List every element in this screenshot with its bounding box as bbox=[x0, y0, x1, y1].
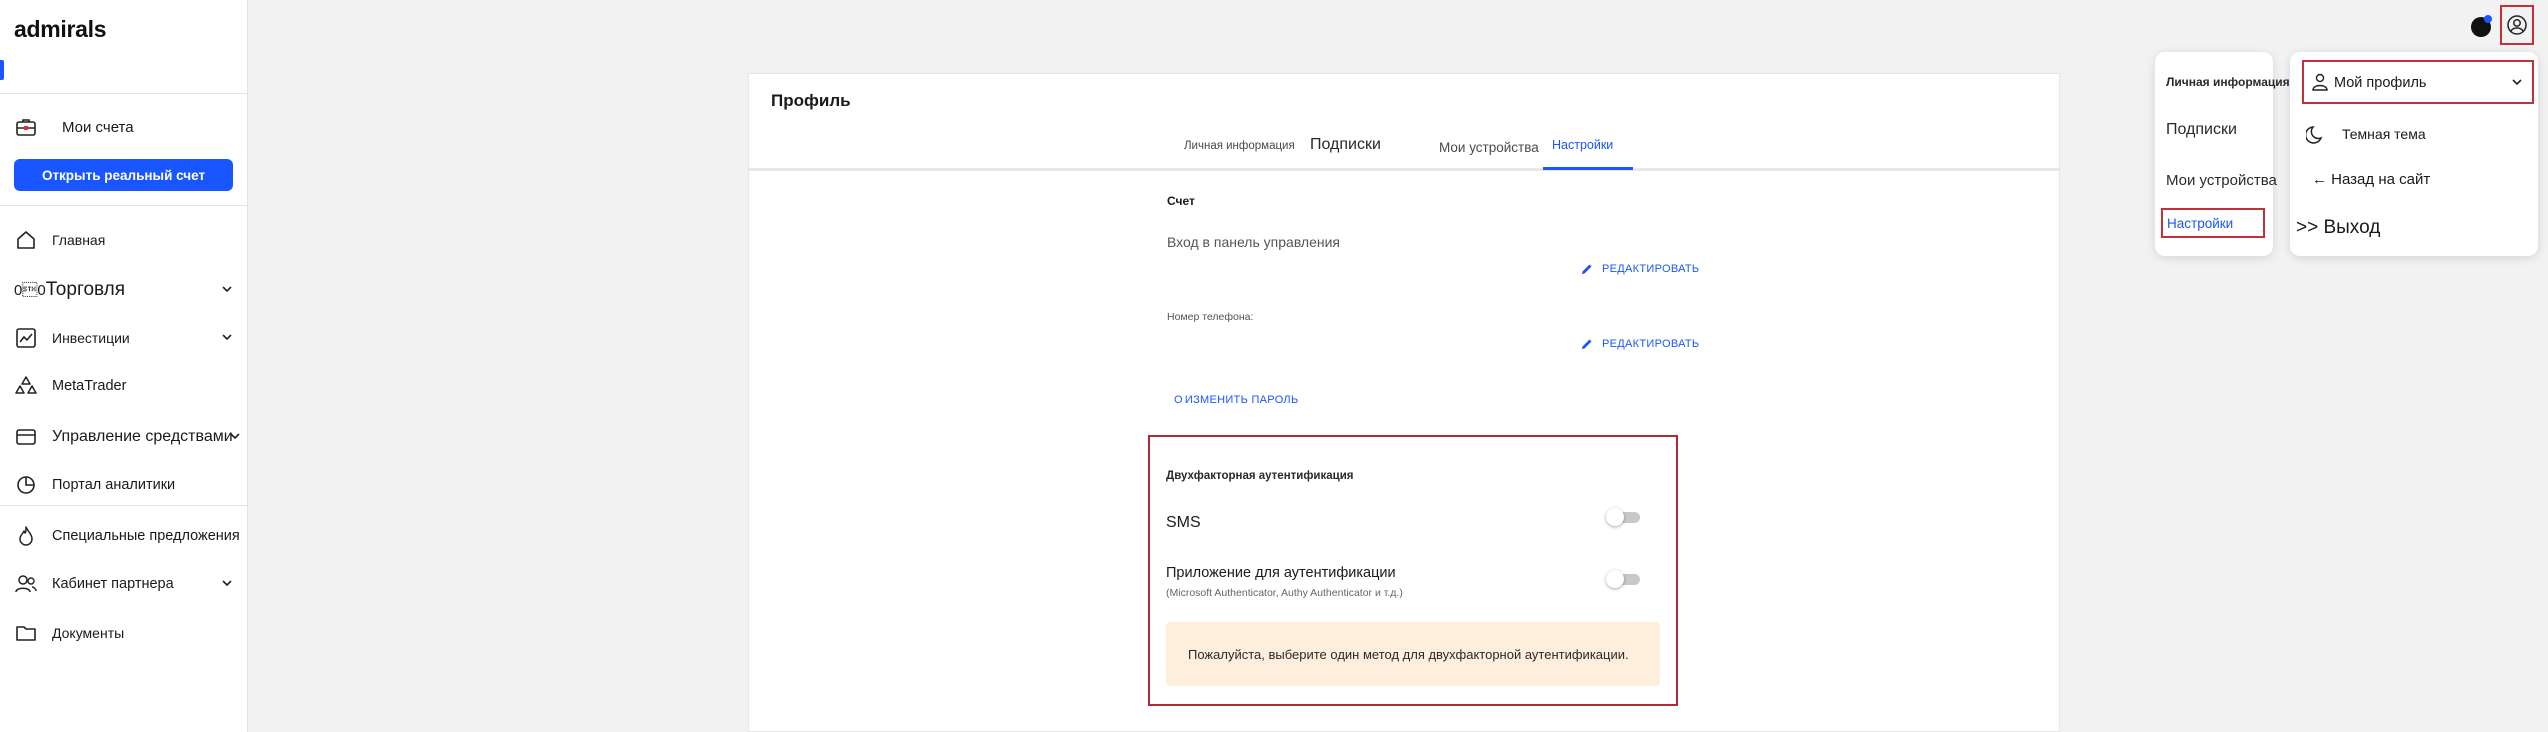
sidebar-item-special-offers[interactable]: Специальные предложения bbox=[14, 520, 240, 552]
folder-icon bbox=[14, 621, 38, 645]
active-tab-indicator bbox=[1543, 167, 1633, 170]
logout-link[interactable]: >> Выход bbox=[2296, 217, 2380, 239]
menu-item-settings-highlight[interactable]: Настройки bbox=[2161, 208, 2265, 238]
sidebar-item-analytics[interactable]: Портал аналитики bbox=[14, 469, 236, 501]
sms-label: SMS bbox=[1166, 514, 1201, 531]
sidebar-divider bbox=[0, 205, 248, 206]
edit-phone-button[interactable]: РЕДАКТИРОВАТЬ bbox=[1580, 337, 1699, 351]
trend-chart-icon bbox=[14, 326, 38, 350]
page-title: Профиль bbox=[771, 91, 851, 110]
two-factor-section: Двухфакторная аутентификация SMS Приложе… bbox=[1148, 435, 1678, 706]
account-section-label: Счет bbox=[1167, 194, 1195, 208]
home-icon bbox=[14, 228, 38, 252]
auth-app-hint: (Microsoft Authenticator, Authy Authenti… bbox=[1166, 587, 1403, 599]
two-factor-notice: Пожалуйста, выберите один метод для двух… bbox=[1166, 622, 1660, 686]
tabs-underline bbox=[749, 168, 2059, 171]
sidebar-item-metatrader[interactable]: MetaTrader bbox=[14, 370, 236, 402]
theme-toggle-icon[interactable] bbox=[2470, 14, 2492, 37]
user-icon bbox=[2312, 73, 2328, 91]
moon-icon bbox=[2306, 126, 2323, 144]
wallet-icon bbox=[14, 425, 38, 449]
tab-personal-info[interactable]: Личная информация bbox=[1184, 140, 1295, 152]
tab-devices[interactable]: Мои устройства bbox=[1439, 140, 1539, 155]
metatrader-icon bbox=[14, 374, 38, 398]
auth-app-toggle[interactable] bbox=[1606, 570, 1642, 588]
sidebar-item-label: Мои счета bbox=[62, 118, 134, 136]
chevron-down-icon[interactable] bbox=[220, 576, 234, 595]
sidebar-item-label: Главная bbox=[52, 232, 106, 248]
sidebar: admirals Мои счета Открыть реальный счет… bbox=[0, 0, 248, 732]
admirals-logo[interactable]: admirals bbox=[14, 16, 107, 43]
tab-subscriptions[interactable]: Подписки bbox=[1310, 136, 1381, 154]
phone-label: Номер телефона: bbox=[1167, 311, 1254, 323]
sidebar-item-label: Портал аналитики bbox=[52, 477, 176, 493]
dark-theme-item[interactable]: Темная тема bbox=[2306, 120, 2526, 148]
two-factor-title: Двухфакторная аутентификация bbox=[1166, 470, 1354, 482]
sidebar-item-label: 00Торговля bbox=[14, 279, 126, 300]
change-password-button[interactable]: О ИЗМЕНИТЬ ПАРОЛЬ bbox=[1174, 394, 1298, 406]
tab-menu-panel: Личная информация Подписки Мои устройств… bbox=[2155, 52, 2290, 256]
back-to-site-link[interactable]: ← Назад на сайт bbox=[2312, 171, 2430, 188]
auth-app-label: Приложение для аутентификации bbox=[1166, 565, 1396, 581]
dark-theme-label: Темная тема bbox=[2342, 126, 2426, 142]
briefcase-icon bbox=[14, 115, 38, 139]
dashboard-login-label: Вход в панель управления bbox=[1167, 234, 1341, 250]
pencil-icon bbox=[1582, 264, 1592, 274]
sidebar-item-trading[interactable]: 00Торговля bbox=[14, 274, 236, 306]
sidebar-item-documents[interactable]: Документы bbox=[14, 617, 236, 649]
chevron-down-icon bbox=[2512, 79, 2522, 86]
user-menu-button[interactable] bbox=[2500, 5, 2534, 45]
menu-item-devices[interactable]: Мои устройства bbox=[2166, 172, 2277, 189]
sidebar-item-label: Специальные предложения bbox=[52, 528, 240, 544]
partners-icon bbox=[14, 572, 38, 596]
menu-item-settings[interactable]: Настройки bbox=[2167, 216, 2233, 231]
user-menu-panel: Мой профиль Темная тема ← Назад на сайт … bbox=[2290, 52, 2538, 256]
my-profile-label: Мой профиль bbox=[2334, 75, 2427, 91]
menu-item-subscriptions[interactable]: Подписки bbox=[2166, 121, 2237, 139]
sms-toggle[interactable] bbox=[1606, 508, 1642, 526]
menu-item-personal-info[interactable]: Личная информация bbox=[2166, 75, 2290, 89]
sidebar-divider bbox=[0, 93, 248, 94]
my-profile-item[interactable]: Мой профиль bbox=[2302, 60, 2534, 104]
tab-settings[interactable]: Настройки bbox=[1552, 138, 1613, 152]
sidebar-item-label: Инвестиции bbox=[52, 330, 130, 346]
sidebar-item-label: Кабинет партнера bbox=[52, 576, 174, 592]
chevron-down-icon[interactable] bbox=[228, 429, 242, 448]
user-circle-icon bbox=[2507, 15, 2527, 35]
pie-chart-icon bbox=[14, 473, 38, 497]
sidebar-item-label: Управление средствами bbox=[52, 428, 233, 445]
sidebar-divider bbox=[0, 505, 248, 506]
flame-icon bbox=[14, 524, 38, 548]
sidebar-item-label: MetaTrader bbox=[52, 378, 127, 394]
chevron-down-icon[interactable] bbox=[220, 282, 234, 301]
pencil-icon bbox=[1582, 339, 1592, 349]
sidebar-item-investments[interactable]: Инвестиции bbox=[14, 322, 236, 354]
sidebar-item-funds[interactable]: Управление средствами bbox=[14, 421, 240, 453]
active-indicator bbox=[0, 60, 4, 80]
sidebar-item-my-accounts[interactable]: Мои счета bbox=[14, 111, 236, 143]
edit-login-button[interactable]: РЕДАКТИРОВАТЬ bbox=[1580, 262, 1699, 276]
sidebar-item-home[interactable]: Главная bbox=[14, 224, 236, 256]
open-real-account-button[interactable]: Открыть реальный счет bbox=[14, 159, 233, 191]
sidebar-item-label: Документы bbox=[52, 625, 125, 641]
sidebar-item-partner-cabinet[interactable]: Кабинет партнера bbox=[14, 568, 236, 600]
chevron-down-icon[interactable] bbox=[220, 330, 234, 349]
